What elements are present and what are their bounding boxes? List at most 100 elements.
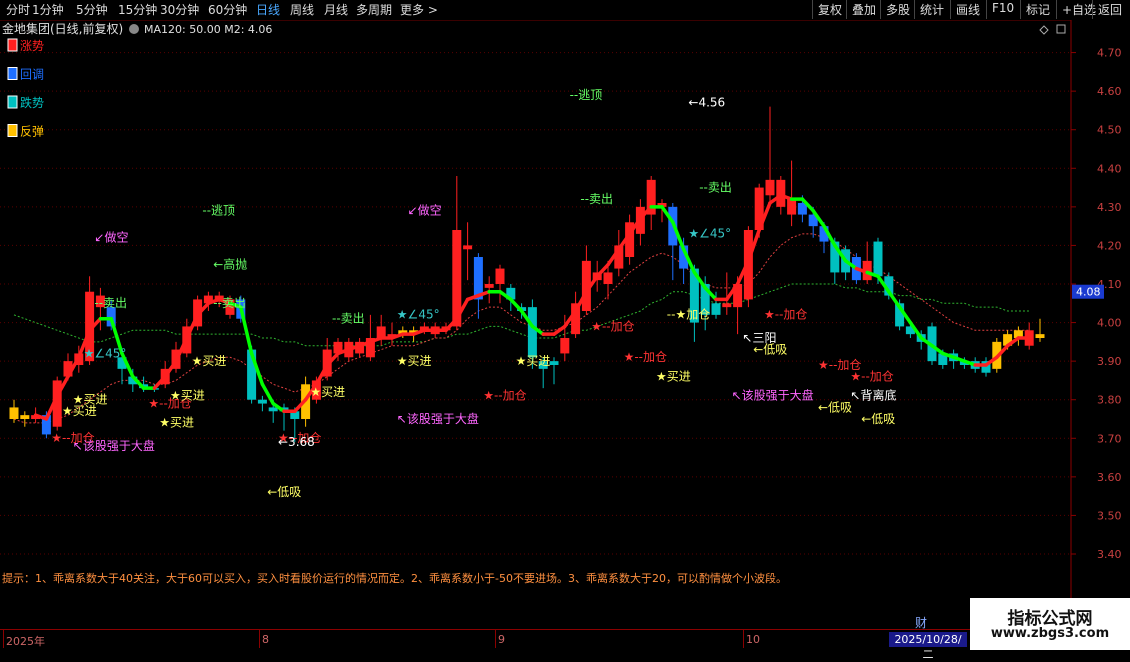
date-tick [259, 630, 260, 648]
period-tab-1[interactable]: 1分钟 [32, 1, 64, 18]
chart-annotation: ★买进 [170, 389, 205, 403]
candle-body[interactable] [873, 241, 883, 277]
kline-chart[interactable]: 4.804.704.604.504.404.304.204.104.003.90… [0, 20, 1130, 629]
square-icon[interactable] [1056, 24, 1066, 34]
chart-annotation: ★∠45° [397, 308, 440, 322]
chart-annotation: ★--加仓 [483, 389, 526, 403]
candle-body[interactable] [257, 399, 267, 404]
chart-annotation: ★买进 [516, 354, 551, 368]
period-tab-10[interactable]: 更多 > [400, 1, 438, 18]
legend-label: 涨势 [20, 38, 44, 53]
settings-dot-icon[interactable] [129, 24, 139, 34]
candle-body[interactable] [560, 338, 570, 354]
chart-annotation: ★买进 [73, 393, 108, 407]
chart-annotation: ←4.56 [688, 96, 725, 110]
chart-annotation: ↖背离底 [850, 388, 896, 403]
legend-label: 回调 [20, 68, 44, 82]
price-tick-label: 3.80 [1097, 394, 1122, 407]
period-tab-0[interactable]: 分时 [6, 1, 30, 18]
date-label-0: 2025年 [6, 635, 45, 648]
legend-swatch [7, 124, 18, 137]
period-tab-3[interactable]: 15分钟 [118, 1, 157, 18]
candle-body[interactable] [787, 199, 797, 215]
toolbar-button-1[interactable]: 叠加 [846, 0, 881, 19]
price-tick-label: 4.40 [1097, 162, 1122, 175]
chart-annotation: ↖该股强于大盘 [732, 388, 814, 403]
chart-annotation: --逃顶 [202, 204, 235, 218]
toolbar-button-4[interactable]: 画线 [950, 0, 985, 19]
candle-body[interactable] [463, 245, 473, 250]
chart-annotation: ←3.68 [278, 435, 315, 449]
period-tab-4[interactable]: 30分钟 [160, 1, 199, 18]
date-axis: 2025/10/28/二 2025年 8 9 10 [0, 629, 1130, 661]
period-tab-6[interactable]: 日线 [256, 1, 280, 18]
chart-annotation: ★买进 [159, 416, 194, 430]
current-price-label: 4.08 [1076, 286, 1101, 299]
chart-annotation: ★--加仓 [624, 350, 667, 364]
chart-annotation: ←高抛 [213, 257, 247, 272]
candle-body[interactable] [268, 407, 278, 412]
toolbar-button-3[interactable]: 统计 [914, 0, 949, 19]
price-tick-label: 4.50 [1097, 124, 1122, 137]
toolbar-button-6[interactable]: 标记 [1020, 0, 1055, 19]
period-tab-8[interactable]: 月线 [324, 1, 348, 18]
finance-marker[interactable]: 财 [915, 614, 927, 631]
date-label-3: 10 [746, 633, 760, 646]
candle-body[interactable] [1035, 334, 1045, 338]
toolbar-button-0[interactable]: 复权 [812, 0, 847, 19]
chart-annotation: ★--加仓 [850, 369, 893, 383]
candle-body[interactable] [711, 303, 721, 315]
price-tick-label: 3.70 [1097, 432, 1122, 445]
candle-body[interactable] [603, 272, 613, 284]
chart-annotation: ↙做空 [408, 203, 442, 218]
chart-annotation: ★买进 [310, 385, 345, 399]
candle-body[interactable] [495, 268, 505, 284]
candle-body[interactable] [765, 179, 775, 196]
chart-annotation: ★--加仓 [591, 319, 634, 333]
legend-label: 反弹 [20, 125, 44, 139]
toolbar-button-8[interactable]: 返回 [1092, 0, 1127, 19]
legend-label: 跌势 [20, 95, 44, 110]
price-tick-label: 3.60 [1097, 471, 1122, 484]
date-label-1: 8 [262, 633, 269, 646]
chart-annotation: --卖出 [699, 180, 732, 194]
diamond-icon[interactable] [1039, 25, 1049, 35]
watermark-url: www.zbgs3.com [990, 626, 1110, 641]
period-tab-9[interactable]: 多周期 [356, 1, 392, 18]
toolbar-button-5[interactable]: F10 [986, 0, 1019, 19]
chart-title: 金地集团(日线,前复权) [2, 21, 123, 36]
price-tick-label: 4.60 [1097, 85, 1122, 98]
period-tab-5[interactable]: 60分钟 [208, 1, 247, 18]
price-tick-label: 4.00 [1097, 317, 1122, 330]
chart-annotation: ★买进 [192, 354, 227, 368]
date-tick [495, 630, 496, 648]
watermark-logo: 指标公式网 www.zbgs3.com [970, 598, 1130, 650]
price-tick-label: 4.20 [1097, 239, 1122, 252]
chart-annotation: ★∠45° [84, 346, 127, 360]
chart-annotation: --卖出 [94, 296, 127, 310]
period-toolbar: 分时 1分钟 5分钟 15分钟 30分钟 60分钟 日线 周线 月线 多周期 更多 > 复权 叠加 多股统… [0, 0, 1130, 21]
period-tab-7[interactable]: 周线 [290, 1, 314, 18]
candle-body[interactable] [20, 415, 30, 419]
chart-annotation: ←低吸 [861, 412, 895, 426]
legend-swatch [7, 95, 18, 109]
trend-line-segment [509, 297, 524, 313]
toolbar-button-2[interactable]: 多股 [880, 0, 915, 19]
candle-body[interactable] [722, 303, 732, 308]
price-tick-label: 3.40 [1097, 548, 1122, 561]
date-label-2: 9 [498, 633, 505, 646]
period-tab-2[interactable]: 5分钟 [76, 1, 108, 18]
date-tick [743, 630, 744, 648]
chart-annotation: --卖出 [213, 296, 246, 310]
candle-body[interactable] [549, 361, 559, 365]
price-tick-label: 4.30 [1097, 201, 1122, 214]
trend-line-segment [552, 324, 567, 336]
candle-body[interactable] [484, 284, 494, 288]
chart-annotation: ★--加仓 [764, 308, 807, 322]
chart-annotation: --★加仓 [667, 308, 710, 322]
candle-body[interactable] [776, 179, 786, 207]
candle-body[interactable] [9, 407, 19, 419]
price-tick-label: 4.80 [1097, 20, 1122, 21]
candle-body[interactable] [527, 307, 537, 358]
chart-annotation: ←低吸 [267, 485, 301, 499]
